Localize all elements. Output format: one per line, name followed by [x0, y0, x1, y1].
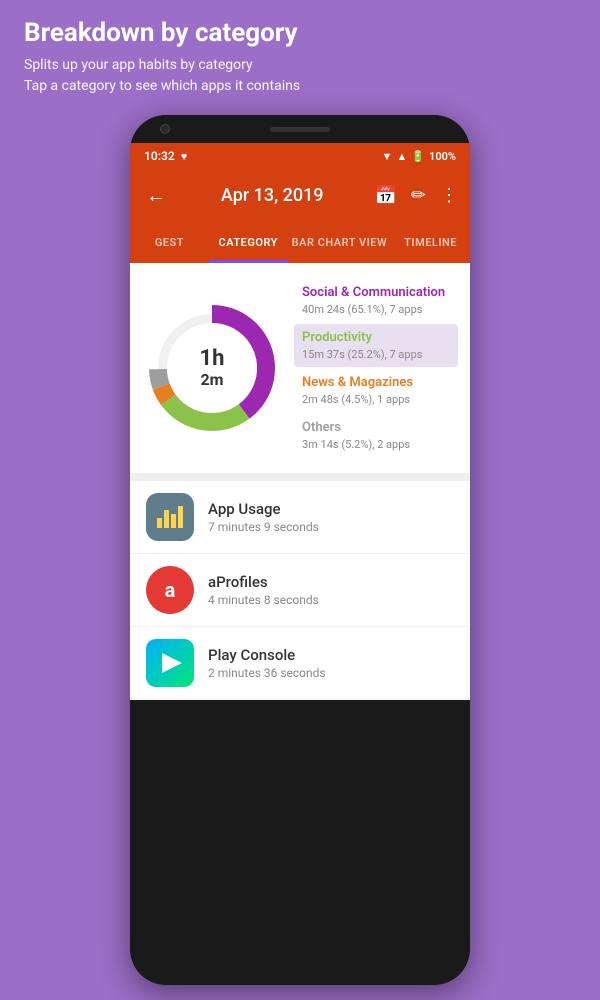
- tab-gest[interactable]: GEST: [130, 221, 209, 263]
- legend-detail-productivity: 15m 37s (25.2%), 7 apps: [302, 348, 450, 361]
- wifi-icon: ▼: [382, 150, 393, 163]
- status-right: ▼ ▲ 🔋 100%: [382, 150, 456, 163]
- legend-area: Social & Communication 40m 24s (65.1%), …: [294, 279, 458, 457]
- app-name-playconsole: Play Console: [208, 646, 454, 664]
- legend-name-productivity: Productivity: [302, 330, 450, 347]
- promo-subtitle-2: Tap a category to see which apps it cont…: [24, 76, 576, 97]
- legend-name-news: News & Magazines: [302, 375, 450, 392]
- legend-item-news[interactable]: News & Magazines 2m 48s (4.5%), 1 apps: [294, 369, 458, 412]
- app-time-aprofiles: 4 minutes 8 seconds: [208, 593, 454, 607]
- legend-item-productivity[interactable]: Productivity 15m 37s (25.2%), 7 apps: [294, 324, 458, 367]
- heart-icon: ♥: [181, 150, 188, 163]
- app-time-playconsole: 2 minutes 36 seconds: [208, 666, 454, 680]
- app-name-aprofiles: aProfiles: [208, 573, 454, 591]
- list-item[interactable]: Play Console 2 minutes 36 seconds: [130, 627, 470, 700]
- phone-top-bar: [130, 115, 470, 143]
- status-left: 10:32 ♥: [144, 149, 187, 163]
- donut-center-text: 1h 2m: [200, 347, 225, 389]
- app-content: 1h 2m Social & Communication 40m 24s (65…: [130, 263, 470, 700]
- tab-bar: GEST CATEGORY BAR CHART VIEW TIMELINE: [130, 221, 470, 263]
- promo-subtitle-1: Splits up your app habits by category: [24, 55, 576, 76]
- app-time-appusage: 7 minutes 9 seconds: [208, 520, 454, 534]
- legend-detail-others: 3m 14s (5.2%), 2 apps: [302, 438, 450, 451]
- battery-icon: 🔋: [411, 150, 425, 163]
- section-divider: [130, 473, 470, 481]
- phone-camera: [160, 124, 170, 134]
- more-options-icon[interactable]: ⋮: [440, 185, 458, 206]
- legend-detail-social: 40m 24s (65.1%), 7 apps: [302, 303, 450, 316]
- donut-chart: 1h 2m: [142, 298, 282, 438]
- legend-detail-news: 2m 48s (4.5%), 1 apps: [302, 393, 450, 406]
- legend-name-others: Others: [302, 420, 450, 437]
- tab-barchart[interactable]: BAR CHART VIEW: [288, 221, 392, 263]
- barchart-icon: [157, 506, 183, 528]
- signal-icon: ▲: [396, 150, 407, 163]
- legend-item-others[interactable]: Others 3m 14s (5.2%), 2 apps: [294, 414, 458, 457]
- promo-header: Breakdown by category Splits up your app…: [0, 0, 600, 111]
- phone-frame: 10:32 ♥ ▼ ▲ 🔋 100% ← Apr 13, 2019 📅 ✏ ⋮ …: [130, 115, 470, 985]
- edit-icon[interactable]: ✏: [411, 185, 426, 206]
- app-icon-aprofiles: a: [146, 566, 194, 614]
- playconsole-svg: [146, 639, 194, 687]
- calendar-icon[interactable]: 📅: [374, 185, 396, 206]
- app-info-appusage: App Usage 7 minutes 9 seconds: [208, 500, 454, 534]
- tab-timeline[interactable]: TIMELINE: [391, 221, 470, 263]
- app-list: App Usage 7 minutes 9 seconds a aProfile…: [130, 481, 470, 700]
- status-bar: 10:32 ♥ ▼ ▲ 🔋 100%: [130, 143, 470, 169]
- list-item[interactable]: App Usage 7 minutes 9 seconds: [130, 481, 470, 554]
- back-button[interactable]: ←: [142, 179, 170, 212]
- chart-section: 1h 2m Social & Communication 40m 24s (65…: [130, 263, 470, 473]
- aprofiles-letter: a: [165, 578, 176, 602]
- app-toolbar: ← Apr 13, 2019 📅 ✏ ⋮: [130, 169, 470, 221]
- app-info-aprofiles: aProfiles 4 minutes 8 seconds: [208, 573, 454, 607]
- app-info-playconsole: Play Console 2 minutes 36 seconds: [208, 646, 454, 680]
- donut-center-sub: 2m: [200, 371, 225, 389]
- toolbar-date: Apr 13, 2019: [180, 185, 364, 206]
- status-time: 10:32: [144, 149, 175, 163]
- legend-item-social[interactable]: Social & Communication 40m 24s (65.1%), …: [294, 279, 458, 322]
- battery-percent: 100%: [429, 150, 456, 163]
- tab-category[interactable]: CATEGORY: [209, 221, 288, 263]
- app-icon-playconsole: [146, 639, 194, 687]
- app-icon-appusage: [146, 493, 194, 541]
- promo-title: Breakdown by category: [24, 18, 576, 49]
- app-name-appusage: App Usage: [208, 500, 454, 518]
- toolbar-icons: 📅 ✏ ⋮: [374, 185, 458, 206]
- donut-center-main: 1h: [200, 347, 225, 371]
- legend-name-social: Social & Communication: [302, 285, 450, 302]
- list-item[interactable]: a aProfiles 4 minutes 8 seconds: [130, 554, 470, 627]
- phone-speaker: [270, 127, 330, 132]
